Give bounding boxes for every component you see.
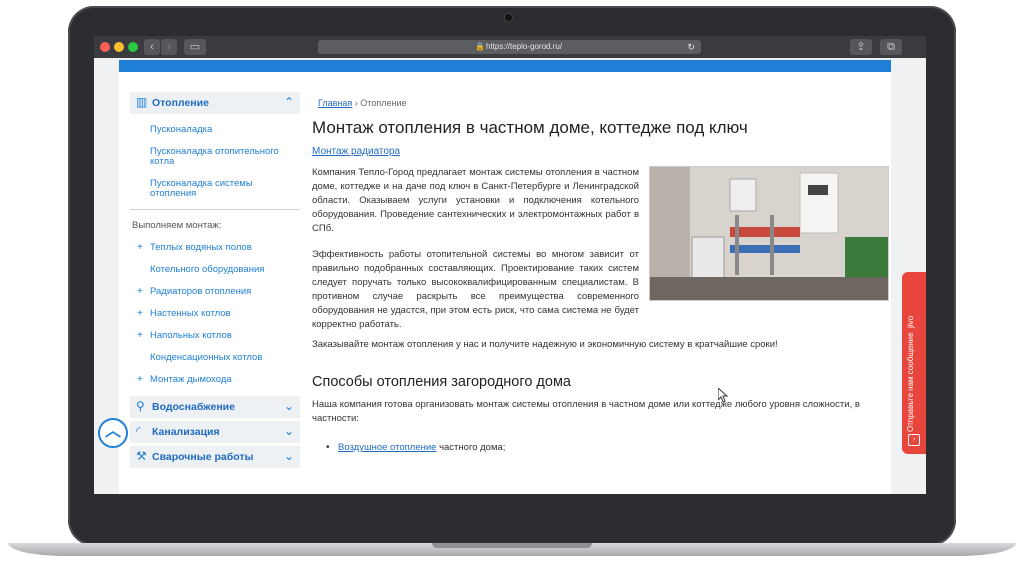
left-sidebar: ▥ Отопление ⌃ Пусконаладка Пусконаладка … [130, 84, 300, 494]
category-welding[interactable]: ⚒ Сварочные работы ⌄ [130, 446, 300, 468]
chevron-down-icon[interactable]: ⌄ [284, 449, 294, 463]
efficiency-paragraph: Эффективность работы отопительной систем… [312, 249, 639, 330]
feedback-text: Отправьте нам сообщение jivo [906, 282, 922, 432]
sidebar-item-chimney[interactable]: Монтаж дымохода [150, 375, 290, 385]
category-water-supply[interactable]: ⚲ Водоснабжение ⌄ [130, 396, 300, 418]
camera [505, 14, 512, 21]
faucet-icon: ⚲ [136, 399, 145, 413]
feedback-brand: jivo [906, 315, 915, 328]
page-title: Монтаж отопления в частном доме, коттедж… [312, 118, 748, 137]
browser-toolbar: ‹ › ▭ 🔒 https://teplo-gorod.ru/ ↻ ⇪ ⧉ [94, 36, 926, 58]
maximize-window-button[interactable] [128, 42, 138, 52]
expand-plus-icon[interactable]: + [137, 330, 143, 341]
list-item: Воздушное отопление частного дома; [338, 442, 505, 453]
feedback-message: Отправьте нам сообщение [906, 332, 915, 432]
category-sewerage[interactable]: ◜ Канализация ⌄ [130, 421, 300, 443]
welding-icon: ⚒ [136, 449, 147, 463]
category-title: Сварочные работы [152, 451, 254, 463]
share-button[interactable]: ⇪ [850, 39, 872, 55]
laptop-notch [432, 543, 592, 548]
sidebar-item-floor-boilers[interactable]: Напольных котлов [150, 331, 290, 341]
intro-paragraph: Компания Тепло-Город предлагает монтаж с… [312, 167, 639, 234]
forward-button[interactable]: › [161, 39, 177, 55]
section-label: Выполняем монтаж: [132, 220, 222, 231]
air-heating-link[interactable]: Воздушное отопление [338, 442, 436, 453]
expand-plus-icon[interactable]: + [137, 308, 143, 319]
minimize-window-button[interactable] [114, 42, 124, 52]
tabs-button[interactable]: ⧉ [880, 39, 902, 55]
boiler-room-photo [649, 166, 889, 301]
breadcrumb-home-link[interactable]: Главная [318, 98, 352, 108]
breadcrumb-separator: › [354, 98, 358, 108]
pipe-icon: ◜ [136, 424, 141, 438]
feedback-widget[interactable]: Отправьте нам сообщение jivo › [902, 272, 926, 454]
section-heading: Способы отопления загородного дома [312, 374, 571, 390]
screen: ‹ › ▭ 🔒 https://teplo-gorod.ru/ ↻ ⇪ ⧉ ▥ … [94, 36, 926, 494]
address-bar[interactable]: 🔒 https://teplo-gorod.ru/ ↻ [318, 40, 701, 54]
sidebar-item-wall-boilers[interactable]: Настенных котлов [150, 309, 290, 319]
radiator-icon: ▥ [136, 95, 148, 109]
url-text: https://teplo-gorod.ru/ [486, 42, 563, 51]
sidebar-item-boiler-equipment[interactable]: Котельного оборудования [150, 265, 290, 275]
top-nav-bar [119, 60, 891, 72]
category-title: Канализация [152, 426, 220, 438]
scroll-up-button[interactable]: ︿ [98, 418, 128, 448]
back-button[interactable]: ‹ [144, 39, 160, 55]
radiator-install-link[interactable]: Монтаж радиатора [312, 146, 400, 157]
sidebar-item-commissioning[interactable]: Пусконаладка [150, 125, 290, 135]
sidebar-divider [130, 209, 300, 210]
breadcrumb-current: Отопление [360, 98, 407, 108]
breadcrumb: Главная › Отопление [318, 98, 406, 108]
category-title: Водоснабжение [152, 401, 235, 413]
sidebar-item-boiler-commissioning[interactable]: Пусконаладка отопительного котла [150, 147, 295, 167]
category-heating[interactable]: ▥ Отопление ⌃ [130, 92, 300, 114]
expand-plus-icon[interactable]: + [137, 286, 143, 297]
expand-plus-icon[interactable]: + [137, 242, 143, 253]
order-paragraph: Заказывайте монтаж отопления у нас и пол… [312, 339, 778, 350]
sidebar-item-radiators[interactable]: Радиаторов отопления [150, 287, 290, 297]
sidebar-item-system-commissioning[interactable]: Пусконаладка системы отопления [150, 179, 275, 199]
list-item-text: частного дома; [436, 442, 506, 453]
chevron-down-icon[interactable]: ⌄ [284, 399, 294, 413]
close-window-button[interactable] [100, 42, 110, 52]
sidebar-item-floor-heating[interactable]: Теплых водяных полов [150, 243, 290, 253]
methods-paragraph: Наша компания готова организовать монтаж… [312, 399, 860, 424]
expand-plus-icon[interactable]: + [137, 374, 143, 385]
chevron-down-icon[interactable]: ⌄ [284, 424, 294, 438]
reload-icon[interactable]: ↻ [687, 40, 695, 54]
list-bullet: • [326, 442, 330, 453]
web-page: ▥ Отопление ⌃ Пусконаладка Пусконаладка … [94, 58, 926, 494]
category-title: Отопление [152, 97, 209, 109]
chevron-up-icon[interactable]: ⌃ [284, 95, 294, 109]
lock-icon: 🔒 [475, 42, 485, 51]
chat-icon: › [908, 434, 920, 446]
sidebar-item-condensing-boilers[interactable]: Конденсационных котлов [150, 353, 290, 363]
sidebar-toggle-button[interactable]: ▭ [184, 39, 206, 55]
